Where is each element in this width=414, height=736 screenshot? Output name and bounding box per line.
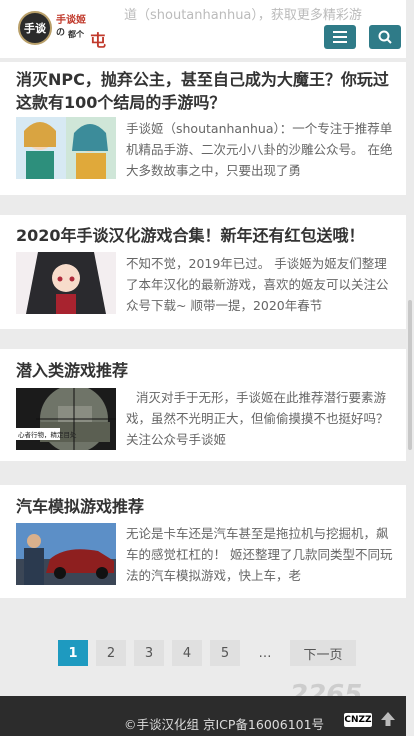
post-excerpt: 不知不觉，2019年已过。 手谈姬为姬友们整理了本年汉化的最新游戏，喜欢的姬友可…: [126, 256, 389, 313]
post-title[interactable]: 消灭NPC，抛弃公主，甚至自己成为大魔王？你玩过这款有100个结局的手游吗？: [16, 68, 390, 114]
post-thumbnail[interactable]: [16, 117, 116, 179]
search-button[interactable]: [369, 25, 401, 49]
page-5-button[interactable]: 5: [210, 640, 240, 666]
post-title[interactable]: 2020年手谈汉化游戏合集！新年还有红包送哦！: [16, 224, 390, 247]
menu-icon: [333, 31, 347, 43]
scrollbar-thumb[interactable]: [408, 300, 412, 450]
next-page-button[interactable]: 下一页: [290, 640, 356, 666]
logo-seal: 手谈: [18, 11, 52, 45]
page-3-button[interactable]: 3: [134, 640, 164, 666]
pagination: 1 2 3 4 5 … 下一页: [0, 640, 414, 666]
post-title[interactable]: 潜入类游戏推荐: [16, 359, 390, 382]
post-card[interactable]: 2020年手谈汉化游戏合集！新年还有红包送哦！ 不知不觉，2019年已过。 手谈…: [0, 215, 406, 329]
post-excerpt: 手谈姬（shoutanhanhua）：一个专注于推荐单机精品手游、二次元小八卦的…: [126, 121, 393, 178]
stats-badge[interactable]: CNZZ: [344, 713, 372, 727]
page-4-button[interactable]: 4: [172, 640, 202, 666]
previous-text-peek: 道（shoutanhanhua），获取更多精彩游: [124, 8, 362, 23]
footer-copyright: ©手谈汉化组 京ICP备16006101号: [124, 717, 325, 732]
top-header: 道（shoutanhanhua），获取更多精彩游 手谈 手谈姬 の 都个 屯: [0, 0, 414, 58]
footer: ©手谈汉化组 京ICP备16006101号 CNZZ: [0, 696, 414, 736]
post-card[interactable]: 汽车模拟游戏推荐 无论是卡车还是汽车甚至是拖拉机与挖掘机，飙车的感觉杠杠的！ 姬…: [0, 485, 406, 598]
logo-brand-text: 手谈姬 の 都个 屯: [56, 15, 107, 50]
site-logo[interactable]: 手谈 手谈姬 の 都个 屯: [18, 8, 110, 50]
pagination-ellipsis: …: [258, 645, 272, 661]
post-card[interactable]: 消灭NPC，抛弃公主，甚至自己成为大魔王？你玩过这款有100个结局的手游吗？ 手…: [0, 62, 406, 195]
post-card[interactable]: 潜入类游戏推荐 心者行物，精定目处 消灭对手于无形，手谈姬在此推荐潜行要素游戏，…: [0, 349, 406, 461]
post-excerpt: 消灭对手于无形，手谈姬在此推荐潜行要素游戏，虽然不光明正大，但偷偷摸摸不也挺好吗…: [126, 390, 389, 447]
arrow-up-icon: [381, 712, 395, 726]
search-icon: [378, 30, 392, 44]
back-to-top-button[interactable]: [378, 709, 398, 729]
post-thumbnail[interactable]: [16, 252, 116, 314]
post-excerpt: 无论是卡车还是汽车甚至是拖拉机与挖掘机，飙车的感觉杠杠的！ 姬还整理了几款同类型…: [126, 526, 393, 583]
post-thumbnail[interactable]: 心者行物，精定目处: [16, 388, 116, 450]
post-thumbnail[interactable]: [16, 523, 116, 585]
page-1-button[interactable]: 1: [58, 640, 88, 666]
page-scrollbar[interactable]: [406, 0, 414, 736]
menu-button[interactable]: [324, 25, 356, 49]
post-title[interactable]: 汽车模拟游戏推荐: [16, 495, 390, 518]
thumbnail-caption: 心者行物，精定目处: [18, 430, 77, 439]
page-2-button[interactable]: 2: [96, 640, 126, 666]
